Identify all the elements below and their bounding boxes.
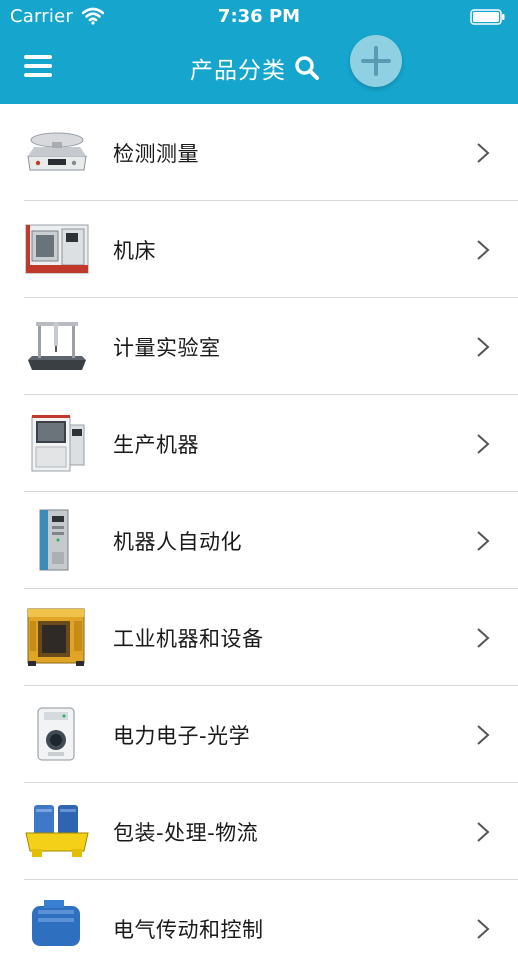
- chevron-right-icon: [477, 143, 490, 163]
- chevron-right-icon: [477, 725, 490, 745]
- category-label: 检测测量: [113, 142, 199, 166]
- category-label: 计量实验室: [113, 336, 221, 360]
- chevron-right-icon: [477, 919, 490, 939]
- category-list: 检测测量 机床 计量实验室 生产机器 机器人自动化 工业机器和设备 电力电子-光…: [0, 104, 518, 977]
- category-row-robotics-automation[interactable]: 机器人自动化: [0, 492, 518, 589]
- spill-pallet-thumbnail: [25, 805, 89, 857]
- category-row-metrology-lab[interactable]: 计量实验室: [0, 298, 518, 395]
- scale-thumbnail: [27, 132, 87, 171]
- category-row-drives-control[interactable]: 电气传动和控制: [0, 880, 518, 977]
- category-row-industrial-equipment[interactable]: 工业机器和设备: [0, 589, 518, 686]
- socket-box-thumbnail: [37, 707, 75, 761]
- category-label: 电气传动和控制: [113, 918, 264, 942]
- chevron-right-icon: [477, 822, 490, 842]
- top-bar: Carrier 7:36 PM 产品分类: [0, 0, 518, 104]
- category-label: 机床: [113, 239, 156, 263]
- chevron-right-icon: [477, 434, 490, 454]
- category-row-packaging-logistics[interactable]: 包装-处理-物流: [0, 783, 518, 880]
- edm-machine-thumbnail: [31, 415, 85, 472]
- machine-tool-thumbnail: [25, 224, 89, 274]
- plus-icon: [361, 46, 391, 76]
- chevron-right-icon: [477, 240, 490, 260]
- title-group: 产品分类: [190, 51, 320, 85]
- chevron-right-icon: [477, 337, 490, 357]
- category-label: 包装-处理-物流: [113, 821, 259, 845]
- charger-cabinet-thumbnail: [27, 608, 85, 666]
- status-bar: Carrier 7:36 PM: [0, 0, 518, 34]
- chevron-right-icon: [477, 531, 490, 551]
- category-label: 机器人自动化: [113, 530, 242, 554]
- category-row-inspection[interactable]: 检测测量: [0, 104, 518, 201]
- battery-icon: [470, 9, 505, 25]
- plc-module-thumbnail: [39, 509, 69, 571]
- cmm-thumbnail: [28, 322, 86, 370]
- category-row-power-electronics[interactable]: 电力电子-光学: [0, 686, 518, 783]
- chevron-right-icon: [477, 628, 490, 648]
- category-label: 电力电子-光学: [113, 724, 251, 748]
- menu-button[interactable]: [24, 55, 52, 81]
- add-button[interactable]: [350, 35, 402, 87]
- navigation-bar: 产品分类: [0, 34, 518, 104]
- category-label: 工业机器和设备: [113, 627, 264, 651]
- category-row-machine-tools[interactable]: 机床: [0, 201, 518, 298]
- search-icon[interactable]: [294, 55, 320, 81]
- category-label: 生产机器: [113, 433, 199, 457]
- clock: 7:36 PM: [217, 6, 301, 27]
- motor-thumbnail: [32, 900, 80, 946]
- category-row-production-machines[interactable]: 生产机器: [0, 395, 518, 492]
- hamburger-menu-icon: [24, 55, 52, 59]
- page-title: 产品分类: [190, 58, 286, 84]
